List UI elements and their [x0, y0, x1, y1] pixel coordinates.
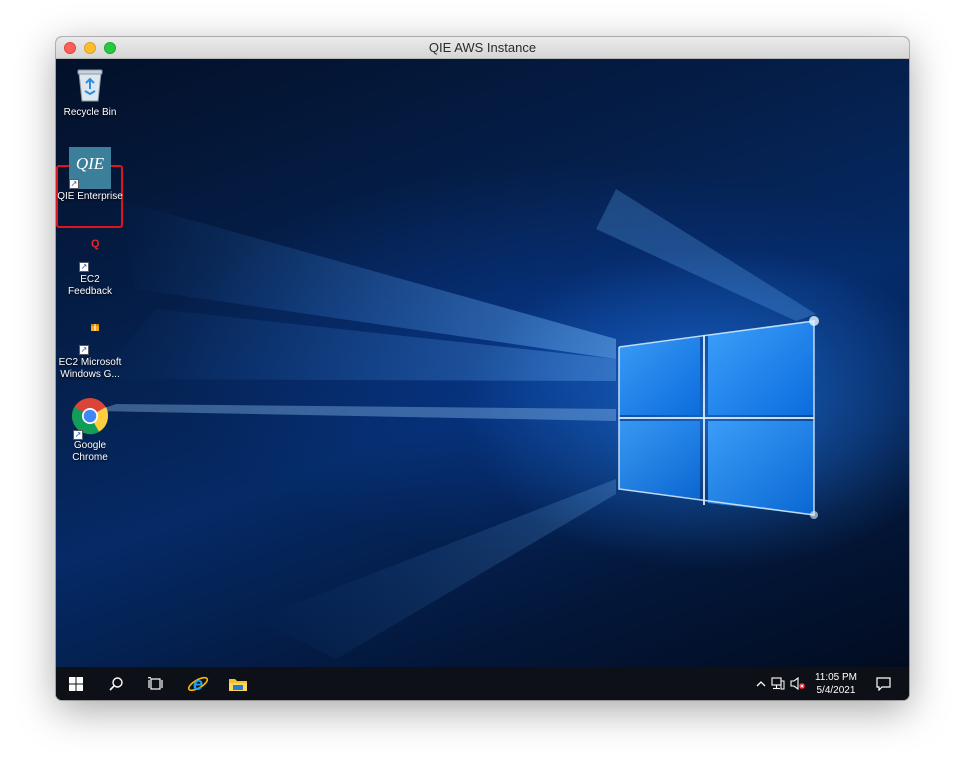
shortcut-arrow-icon: ↗: [79, 262, 89, 272]
windows-start-icon: [69, 676, 83, 691]
desktop-icon-label-line1: Google: [73, 440, 107, 451]
volume-muted-icon[interactable]: [788, 677, 808, 690]
internet-explorer-icon: e: [187, 674, 209, 694]
internet-explorer-button[interactable]: e: [178, 667, 218, 700]
folder-icon: [229, 678, 247, 691]
action-center-button[interactable]: [865, 667, 901, 700]
chevron-up-icon[interactable]: [754, 680, 768, 687]
window-title: QIE AWS Instance: [428, 40, 537, 55]
shortcut-arrow-icon: ↗: [73, 430, 83, 440]
taskbar-clock[interactable]: 11:05 PM 5/4/2021: [815, 671, 857, 697]
desktop-icon-recycle-bin[interactable]: Recycle Bin: [57, 63, 123, 119]
desktop-icon-qie-enterprise[interactable]: QIE ↗ QIE Enterprise: [57, 147, 123, 203]
clock-date: 5/4/2021: [816, 685, 856, 696]
search-button[interactable]: [96, 667, 136, 700]
ec2-feedback-icon: Q ↗: [69, 230, 111, 272]
start-button[interactable]: [56, 667, 96, 700]
desktop-icon-label: Recycle Bin: [63, 107, 117, 118]
desktop-icon-label-line2: Windows G...: [60, 369, 120, 380]
task-view-button[interactable]: [136, 667, 176, 700]
recycle-bin-icon: [69, 63, 111, 105]
task-view-icon: [148, 676, 163, 690]
ec2-windows-guide-icon: ↗: [69, 313, 111, 355]
notification-icon: [875, 676, 891, 691]
clock-time: 11:05 PM: [814, 672, 857, 683]
desktop-icon-label-line2: Chrome: [72, 452, 108, 463]
windows-wallpaper-logo: [96, 189, 819, 659]
network-icon[interactable]: [768, 677, 788, 690]
desktop-icon-google-chrome[interactable]: ↗ Google Chrome: [57, 396, 123, 464]
remote-desktop-window: QIE AWS Instance Recycle Bin QIE ↗ QIE E…: [56, 37, 909, 700]
file-explorer-button[interactable]: [218, 667, 258, 700]
taskbar: e 11:05 PM 5/4/2021: [56, 667, 909, 700]
desktop-icon-ec2-feedback[interactable]: Q ↗ EC2 Feedback: [57, 230, 123, 298]
window-titlebar[interactable]: QIE AWS Instance: [56, 37, 909, 59]
qie-logo-text: QIE: [75, 154, 105, 173]
system-tray: [754, 667, 808, 700]
desktop-icon-label: EC2 Feedback: [68, 274, 112, 297]
desktop[interactable]: Recycle Bin QIE ↗ QIE Enterprise Q ↗ EC2…: [56, 59, 909, 667]
desktop-icon-label: QIE Enterprise: [57, 191, 123, 202]
shortcut-arrow-icon: ↗: [69, 179, 79, 189]
svg-text:e: e: [193, 674, 203, 694]
desktop-icon-label-line1: EC2 Microsoft: [58, 357, 122, 368]
chrome-icon: ↗: [69, 396, 111, 440]
search-icon: [109, 676, 123, 691]
qie-logo-icon: QIE ↗: [69, 147, 111, 189]
shortcut-arrow-icon: ↗: [79, 345, 89, 355]
ec2-feedback-glyph: Q: [91, 238, 100, 250]
desktop-icon-ec2-windows-guide[interactable]: ↗ EC2 Microsoft Windows G...: [57, 313, 123, 381]
